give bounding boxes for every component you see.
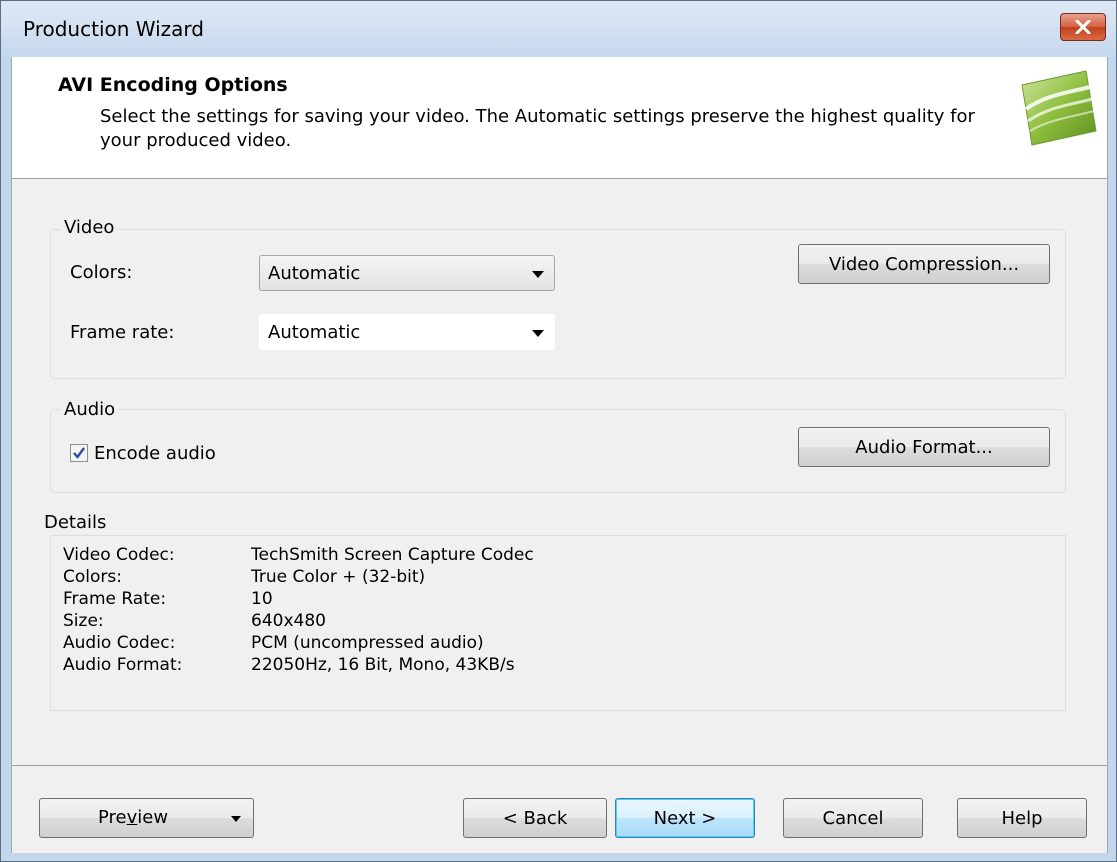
colors-dropdown[interactable]: Automatic xyxy=(259,255,555,291)
wizard-client-area: AVI Encoding Options Select the settings… xyxy=(11,57,1108,853)
video-group-label: Video xyxy=(60,217,119,238)
detail-key: Colors: xyxy=(63,567,122,587)
frame-rate-dropdown-value: Automatic xyxy=(268,321,361,343)
back-button[interactable]: < Back xyxy=(463,798,607,838)
detail-key: Size: xyxy=(63,611,104,631)
cancel-button[interactable]: Cancel xyxy=(783,798,923,838)
window-title: Production Wizard xyxy=(23,17,204,41)
wizard-banner-icon xyxy=(1021,70,1097,146)
colors-label: Colors: xyxy=(70,262,133,283)
chevron-down-icon xyxy=(231,816,241,822)
close-icon xyxy=(1075,20,1091,34)
details-label: Details xyxy=(44,512,107,533)
details-panel: Video Codec: TechSmith Screen Capture Co… xyxy=(50,535,1066,711)
wizard-header: AVI Encoding Options Select the settings… xyxy=(12,57,1107,179)
video-compression-button[interactable]: Video Compression... xyxy=(798,244,1050,284)
detail-key: Frame Rate: xyxy=(63,589,167,609)
encode-audio-checkbox[interactable] xyxy=(70,444,88,462)
title-bar[interactable]: Production Wizard xyxy=(1,1,1116,57)
detail-value: 10 xyxy=(251,589,273,609)
detail-key: Video Codec: xyxy=(63,545,175,565)
close-button[interactable] xyxy=(1060,13,1106,41)
footer-divider xyxy=(12,765,1107,766)
page-title: AVI Encoding Options xyxy=(58,74,288,96)
chevron-down-icon xyxy=(532,271,544,278)
detail-value: TechSmith Screen Capture Codec xyxy=(251,545,534,565)
page-description: Select the settings for saving your vide… xyxy=(100,106,975,151)
detail-key: Audio Codec: xyxy=(63,633,176,653)
detail-value: PCM (uncompressed audio) xyxy=(251,633,484,653)
detail-value: 640x480 xyxy=(251,611,326,631)
colors-dropdown-value: Automatic xyxy=(268,262,361,284)
preview-button[interactable]: Preview xyxy=(39,798,254,838)
help-button[interactable]: Help xyxy=(957,798,1087,838)
chevron-down-icon xyxy=(532,330,544,337)
frame-rate-label: Frame rate: xyxy=(70,322,175,343)
detail-value: 22050Hz, 16 Bit, Mono, 43KB/s xyxy=(251,655,515,675)
next-button[interactable]: Next > xyxy=(615,798,755,838)
frame-rate-dropdown[interactable]: Automatic xyxy=(259,314,555,350)
encode-audio-label[interactable]: Encode audio xyxy=(94,443,216,464)
preview-button-label: Preview xyxy=(98,807,169,828)
checkmark-icon xyxy=(73,447,85,459)
audio-group-label: Audio xyxy=(60,399,120,420)
audio-format-button[interactable]: Audio Format... xyxy=(798,427,1050,467)
detail-value: True Color + (32-bit) xyxy=(251,567,426,587)
production-wizard-window: Production Wizard AVI Encoding Options S… xyxy=(0,0,1117,862)
detail-key: Audio Format: xyxy=(63,655,183,675)
